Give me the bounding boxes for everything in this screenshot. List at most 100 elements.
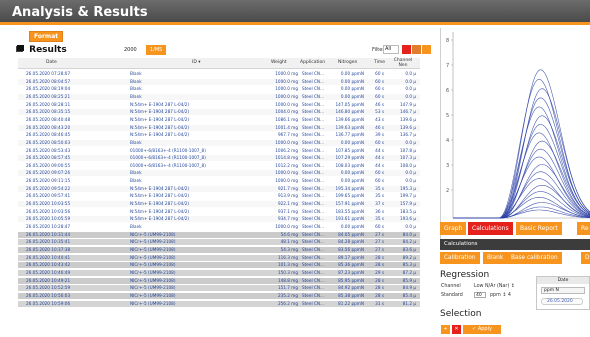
tab-2000[interactable]: 2000: [120, 45, 141, 55]
settings-button[interactable]: [422, 45, 431, 54]
cell-application: Steel CN…: [302, 101, 325, 107]
cell-application: Steel CN…: [302, 277, 325, 283]
subtab-base-calibration[interactable]: Base calibration: [507, 252, 563, 264]
cell-time: 35 s: [375, 185, 384, 191]
table-row[interactable]: 26.05.2020 10:46:49 NICr+-5 (UM99-2108) 15…: [18, 269, 420, 276]
cell-time: 35 s: [375, 216, 384, 222]
table-row[interactable]: 26.05.2020 10:56:03 NICr+-5 (UM99-2108) 23…: [18, 292, 420, 299]
cell-id: Blank: [130, 170, 142, 176]
cell-channel: 84.0 µ: [402, 231, 416, 237]
cell-application: Steel CN…: [302, 292, 325, 298]
cell-time: 60 s: [375, 139, 384, 145]
table-row[interactable]: 26.05.2020 08:19:04 Blank 1000.0 mg Steel C…: [18, 86, 420, 92]
tab-basic-report[interactable]: Basic Report: [516, 222, 563, 235]
table-row[interactable]: 26.05.2020 09:54:22 N:54m+ E-1904 287 L-0…: [18, 185, 420, 192]
col-weight[interactable]: Weight: [271, 60, 287, 65]
table-row[interactable]: 26.05.2020 09:07:26 Blank 1000.0 mg Steel C…: [18, 170, 420, 177]
cell-nitrogen: 183.55 ppmN: [335, 208, 364, 214]
cell-id: N:54m+ E-1904 287 L-04/2): [130, 208, 190, 214]
cell-id: NICr+-5 (UM99-2108): [130, 254, 176, 260]
table-row[interactable]: 26.05.2020 10:35:41 NICr+-5 (UM99-2108) 48…: [18, 239, 420, 246]
table-row[interactable]: 26.05.2020 08:04:57 Blank 1000.0 mg Steel C…: [18, 78, 420, 85]
channel-select[interactable]: Low N/Ar (Nar) ↕: [474, 284, 515, 289]
add-icon[interactable]: +: [441, 325, 450, 334]
table-row[interactable]: 26.05.2020 07:28:07 Blank 1000.0 mg Steel C…: [18, 71, 420, 77]
cell-application: Steel CN…: [302, 216, 325, 222]
tab-graph[interactable]: Graph: [440, 222, 468, 235]
date-pill[interactable]: 26.05.2020: [541, 298, 583, 305]
table-row[interactable]: 26.05.2020 10:03:56 N:54m+ E-1904 287 L-0…: [18, 209, 420, 215]
table-row[interactable]: 26.05.2020 10:37:38 NICr+-5 (UM99-2108) 54…: [18, 246, 420, 253]
table-row[interactable]: 26.05.2020 09:00:55 01000+-6/8163+-4 (R11…: [18, 163, 420, 169]
table-row[interactable]: 26.05.2020 08:46:45 N:54m+ E-1904 287 L-0…: [18, 132, 420, 138]
cell-time: 36 s: [375, 208, 384, 214]
table-row[interactable]: 26.05.2020 08:57:45 01000+-6/8163+-4 (R11…: [18, 155, 420, 162]
cell-channel: 108.0 µ: [400, 162, 416, 168]
table-row[interactable]: 26.05.2020 08:25:21 Blank 1000.0 mg Steel C…: [18, 93, 420, 100]
cell-weight: 1014.8 mg: [275, 155, 298, 161]
table-row[interactable]: 26.05.2020 10:05:59 N:54m+ E-1904 287 L-0…: [18, 216, 420, 223]
table-row[interactable]: 26.05.2020 10:59:06 NICr+-5 (UM99-2108) 25…: [18, 300, 420, 307]
table-row[interactable]: 26.05.2020 10:31:44 NICr+-5 (UM99-2108) 54…: [18, 231, 420, 238]
standard-unit-select[interactable]: ppm ↕ 4: [490, 293, 511, 298]
apply-button[interactable]: ✓ Apply: [463, 325, 501, 334]
date-panel-header: Date: [537, 277, 589, 284]
cell-weight: 1000.0 mg: [275, 86, 298, 92]
col-id[interactable]: ID ▾: [192, 60, 200, 65]
subtab-d[interactable]: D: [581, 252, 590, 264]
col-nitrogen[interactable]: Nitrogen: [338, 60, 357, 65]
cell-application: Steel CN…: [302, 71, 325, 76]
table-row[interactable]: 26.05.2020 10:43:42 NICr+-5 (UM99-2108) 10…: [18, 262, 420, 269]
table-row[interactable]: 26.05.2020 10:49:21 NICr+-5 (UM99-2108) 14…: [18, 277, 420, 284]
table-row[interactable]: 26.05.2020 10:52:59 NICr+-5 (UM99-2108) 15…: [18, 285, 420, 292]
filter-select[interactable]: All: [383, 45, 399, 54]
format-button[interactable]: Format: [29, 31, 64, 42]
cell-date: 26.05.2020 10:35:41: [26, 239, 71, 245]
cell-weight: 235.2 mg: [277, 292, 298, 298]
cell-time: 28 s: [375, 277, 384, 283]
table-row[interactable]: 26.05.2020 09:11:15 Blank 1000.0 mg Steel C…: [18, 178, 420, 184]
table-row[interactable]: 26.05.2020 08:35:15 N:54m+ E-1904 287 L-0…: [18, 109, 420, 116]
table-row[interactable]: 26.05.2020 10:28:47 Blank 1000.0 mg Steel C…: [18, 224, 420, 230]
ppm-n-button[interactable]: ppm N: [541, 287, 585, 294]
y-tick-label: 2: [446, 188, 449, 194]
col-channel[interactable]: Channel Nen: [392, 58, 414, 68]
table-row[interactable]: 26.05.2020 10:40:41 NICr+-5 (UM99-2108) 11…: [18, 254, 420, 261]
y-tick-label: 6: [446, 88, 449, 94]
cell-weight: 151.7 mg: [277, 285, 298, 291]
table-row[interactable]: 26.05.2020 08:43:20 N:54m+ E-1904 287 L-0…: [18, 124, 420, 131]
col-date[interactable]: Date: [46, 60, 57, 65]
export-button[interactable]: [412, 45, 421, 54]
delete-filter-button[interactable]: [402, 45, 411, 54]
cell-id: NICr+-5 (UM99-2108): [130, 285, 176, 291]
tab-1ms[interactable]: 1/MS: [146, 45, 167, 55]
table-row[interactable]: 26.05.2020 08:28:11 N:54m+ E-1904 287 L-0…: [18, 102, 420, 108]
cell-time: 60 s: [375, 93, 384, 99]
calculation-subtabs: Calibration Blank Base calibration D: [440, 252, 590, 265]
cell-channel: 0.0 µ: [405, 224, 416, 229]
cell-channel: 157.9 µ: [400, 201, 416, 207]
table-row[interactable]: 26.05.2020 08:50:03 Blank 1000.0 mg Steel C…: [18, 139, 420, 146]
subtab-calibration[interactable]: Calibration: [440, 252, 481, 264]
cell-nitrogen: 89.17 ppmN: [338, 254, 364, 260]
cell-weight: 1000.0 mg: [275, 78, 298, 84]
col-application[interactable]: Application: [300, 60, 325, 65]
tab-calculations[interactable]: Calculations: [468, 222, 514, 235]
cell-channel: 0.0 µ: [405, 71, 416, 76]
cell-date: 26.05.2020 08:53:43: [26, 147, 71, 153]
cell-weight: 913.9 mg: [277, 193, 298, 199]
tab-report[interactable]: Re: [577, 222, 590, 235]
table-row[interactable]: 26.05.2020 08:53:43 01000+-6/8163+-4 (R11…: [18, 148, 420, 154]
cell-weight: 148.8 mg: [277, 277, 298, 283]
table-row[interactable]: 26.05.2020 09:57:41 N:54m+ E-1904 287 L-0…: [18, 193, 420, 199]
table-row[interactable]: 26.05.2020 08:40:48 N:54m+ E-1904 287 L-0…: [18, 117, 420, 123]
remove-icon[interactable]: ✕: [452, 325, 461, 334]
standard-input[interactable]: 40: [474, 292, 486, 298]
cell-channel: 83.6 µ: [402, 246, 416, 252]
cell-id: NICr+-5 (UM99-2108): [130, 277, 176, 283]
cell-weight: 150.3 mg: [277, 269, 298, 275]
table-row[interactable]: 26.05.2020 10:03:55 N:54m+ E-1904 287 L-0…: [18, 201, 420, 208]
app-window: Analysis & Results Format Results 2000 1…: [0, 0, 590, 337]
col-time[interactable]: Time: [374, 60, 385, 65]
subtab-blank[interactable]: Blank: [483, 252, 509, 264]
